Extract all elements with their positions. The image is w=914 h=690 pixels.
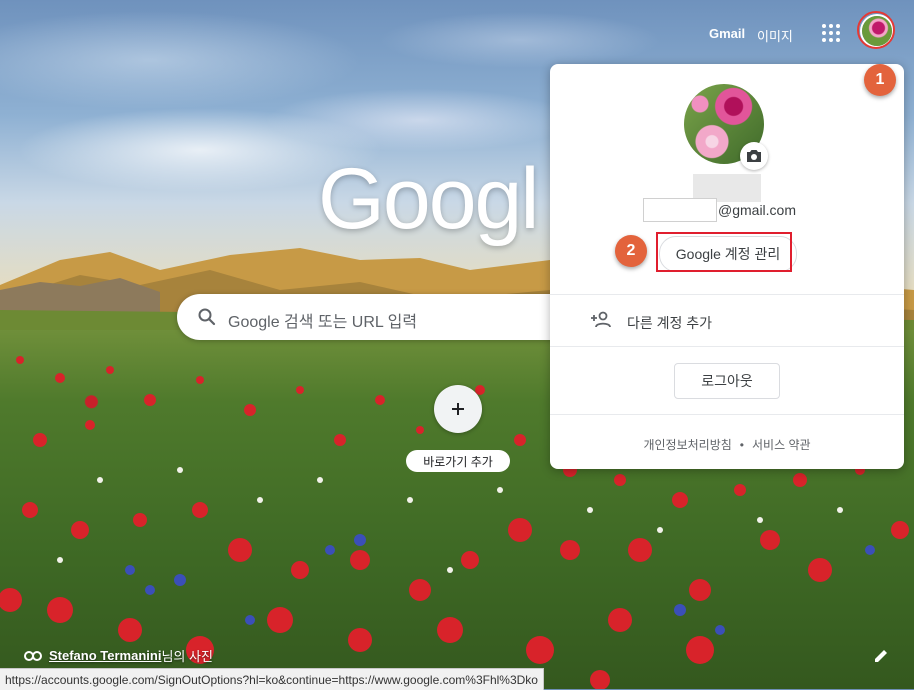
privacy-link[interactable]: 개인정보처리방침 xyxy=(643,438,731,452)
step-badge-2: 2 xyxy=(615,235,647,267)
separator-dot: • xyxy=(739,438,744,452)
email-user-redacted xyxy=(643,198,717,222)
divider xyxy=(550,414,904,415)
status-bar-url: https://accounts.google.com/SignOutOptio… xyxy=(0,668,544,690)
credit-suffix: 님의 사진 xyxy=(161,649,213,664)
search-icon xyxy=(198,308,216,326)
panel-footer: 개인정보처리방침 • 서비스 약관 xyxy=(550,436,904,453)
gmail-link[interactable]: Gmail xyxy=(709,26,745,41)
divider xyxy=(550,346,904,347)
photo-credit: Stefano Termanini 님의 사진 xyxy=(24,646,213,665)
add-shortcut-label: 바로가기 추가 xyxy=(406,450,510,472)
terms-link[interactable]: 서비스 약관 xyxy=(752,438,811,452)
apps-grid-icon[interactable] xyxy=(820,22,842,44)
photographer-link[interactable]: Stefano Termanini xyxy=(49,648,161,663)
add-account-label: 다른 계정 추가 xyxy=(627,315,713,331)
step-badge-1: 1 xyxy=(864,64,896,96)
camera-icon xyxy=(747,150,761,162)
divider xyxy=(550,294,904,295)
logout-button[interactable]: 로그아웃 xyxy=(674,363,780,399)
add-shortcut-button[interactable] xyxy=(434,385,482,433)
search-placeholder: Google 검색 또는 URL 입력 xyxy=(228,314,418,331)
search-box[interactable]: Google 검색 또는 URL 입력 xyxy=(177,294,597,340)
add-account-item[interactable]: 다른 계정 추가 xyxy=(550,296,904,346)
link-icon xyxy=(24,650,42,661)
images-link[interactable]: 이미지 xyxy=(757,26,793,45)
google-logo: Googl xyxy=(318,151,539,247)
change-photo-button[interactable] xyxy=(740,142,768,170)
manage-highlight-box xyxy=(656,232,792,272)
pencil-icon[interactable] xyxy=(872,647,890,665)
account-panel: @gmail.com Google 계정 관리 다른 계정 추가 로그아웃 개인… xyxy=(550,64,904,469)
avatar-highlight-ring xyxy=(857,11,895,49)
plus-icon xyxy=(452,403,464,415)
account-email: @gmail.com xyxy=(718,202,797,218)
person-add-icon xyxy=(591,311,611,328)
